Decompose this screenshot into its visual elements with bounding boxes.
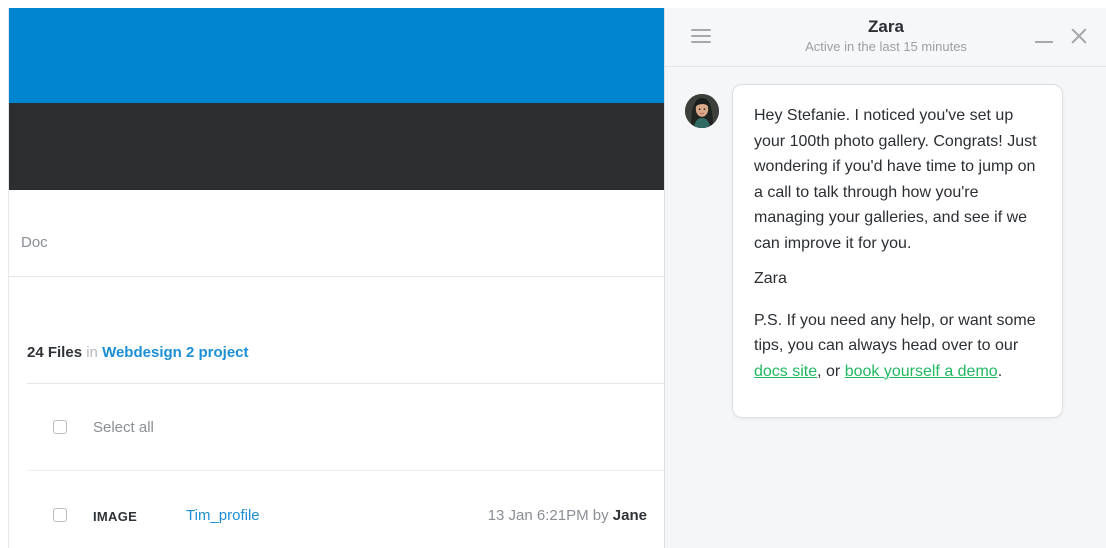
select-all-label[interactable]: Select all xyxy=(93,419,154,436)
file-type: IMAGE xyxy=(93,509,138,524)
file-date: 13 Jan 6:21PM by xyxy=(487,507,609,524)
file-row[interactable]: IMAGE Tim_profile 13 Jan 6:21PM by Jane xyxy=(27,471,665,548)
file-name-link[interactable]: Tim_profile xyxy=(186,507,260,524)
file-row-checkbox[interactable] xyxy=(53,508,67,522)
message-ps: P.S. If you need any help, or want some … xyxy=(754,308,1042,385)
file-count: 24 Files xyxy=(27,344,83,361)
close-icon[interactable] xyxy=(1069,26,1089,46)
file-meta: 13 Jan 6:21PM by Jane xyxy=(488,507,647,524)
avatar xyxy=(685,94,719,128)
screen: Doc 24 Files in Webdesign 2 project Sele… xyxy=(0,0,1106,548)
project-link[interactable]: Webdesign 2 project xyxy=(102,344,248,361)
message-signature: Zara xyxy=(754,270,787,287)
docs-site-link[interactable]: docs site xyxy=(754,363,817,380)
secondary-toolbar xyxy=(9,103,665,190)
ps-text: P.S. If you need any help, or want some … xyxy=(754,311,1036,355)
file-owner: Jane xyxy=(612,507,647,524)
files-heading: 24 Files in Webdesign 2 project xyxy=(27,344,249,361)
minimize-icon[interactable] xyxy=(1035,41,1053,43)
doc-tab[interactable]: Doc xyxy=(21,234,48,251)
ps-end: . xyxy=(997,362,1003,380)
chat-header: Zara Active in the last 15 minutes xyxy=(665,8,1106,67)
message-body: Hey Stefanie. I noticed you've set up yo… xyxy=(754,107,1037,252)
select-all-row: Select all xyxy=(27,384,665,471)
select-all-checkbox[interactable] xyxy=(53,420,67,434)
top-header-bar xyxy=(9,8,665,103)
book-demo-link[interactable]: book yourself a demo xyxy=(845,363,998,380)
files-in-label: in xyxy=(86,344,98,361)
agent-name: Zara xyxy=(868,17,904,36)
ps-separator: , or xyxy=(817,362,845,380)
chat-panel: Zara Active in the last 15 minutes Hey S… xyxy=(664,8,1106,548)
file-manager-app: Doc 24 Files in Webdesign 2 project Sele… xyxy=(8,8,665,548)
doc-tab-row: Doc xyxy=(9,190,665,277)
chat-message-bubble: Hey Stefanie. I noticed you've set up yo… xyxy=(732,84,1063,418)
